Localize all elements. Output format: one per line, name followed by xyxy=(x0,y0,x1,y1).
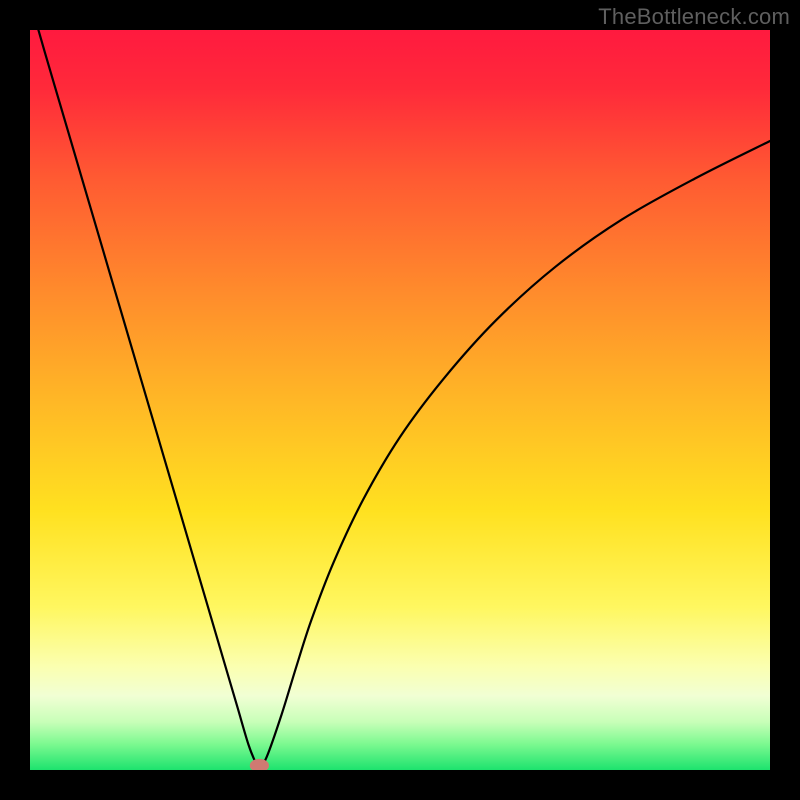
chart-frame: TheBottleneck.com xyxy=(0,0,800,800)
chart-svg xyxy=(30,30,770,770)
watermark-label: TheBottleneck.com xyxy=(598,4,790,30)
plot-area xyxy=(30,30,770,770)
chart-background-gradient xyxy=(30,30,770,770)
